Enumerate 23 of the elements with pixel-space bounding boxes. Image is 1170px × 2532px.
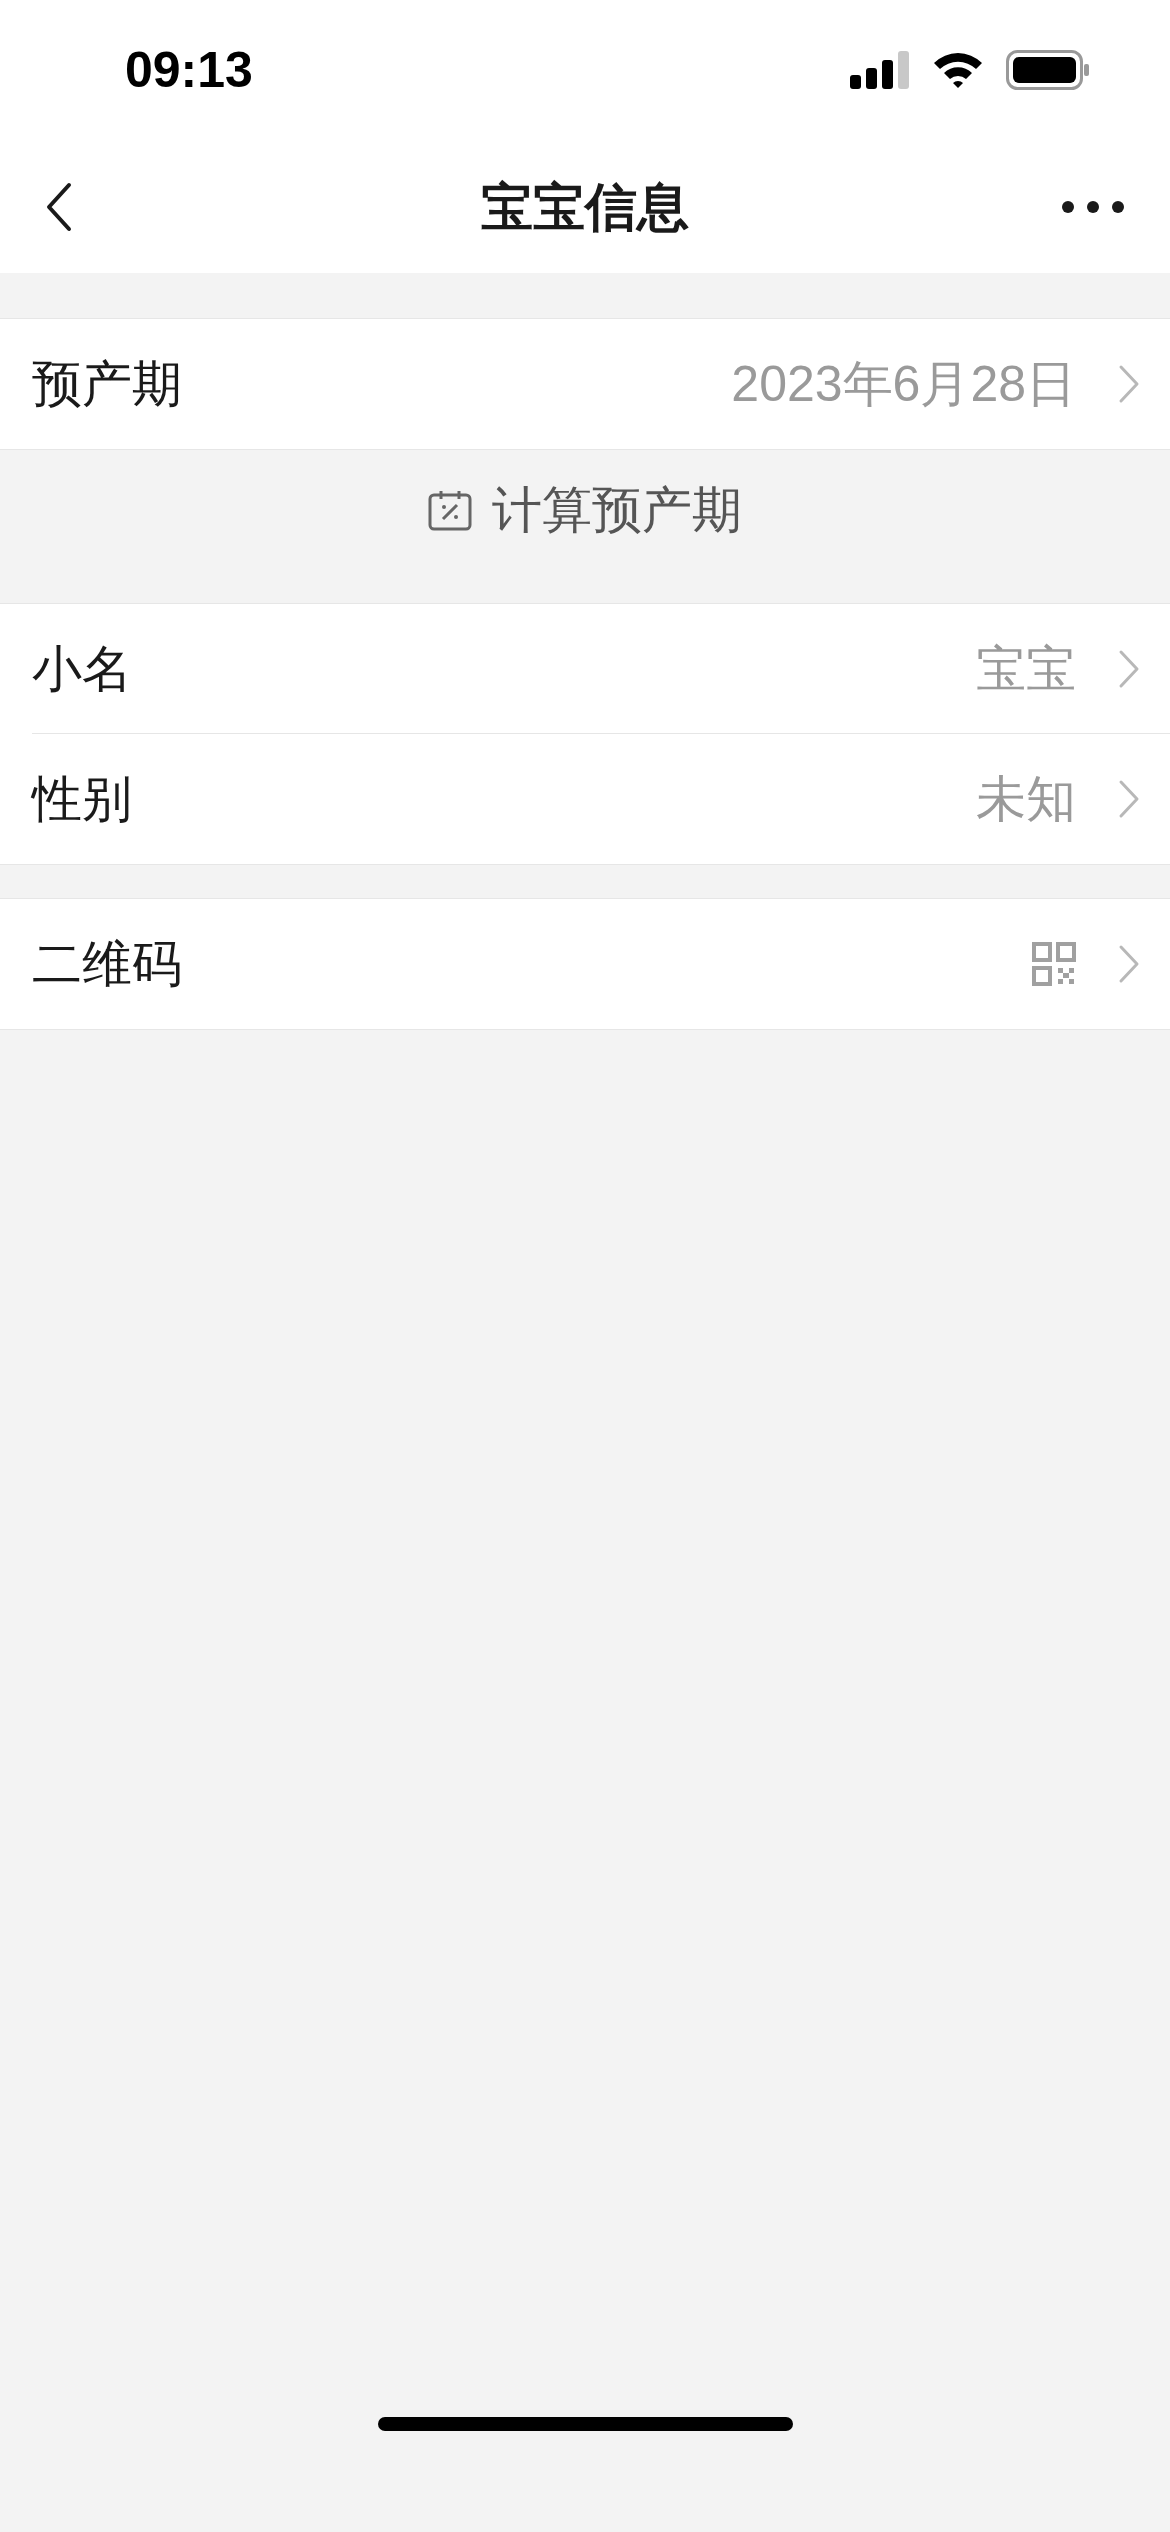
wifi-icon — [932, 51, 984, 89]
row-value: 宝宝 — [976, 639, 1076, 699]
chevron-icon — [1118, 649, 1140, 689]
chevron-icon — [1118, 779, 1140, 819]
settings-row[interactable]: 预产期 2023年6月28日 — [0, 319, 1170, 449]
settings-row[interactable]: 小名 宝宝 — [0, 604, 1170, 734]
row-value: 未知 — [976, 769, 1076, 829]
row-value: 2023年6月28日 — [731, 354, 1076, 414]
page-title: 宝宝信息 — [481, 176, 689, 238]
settings-row[interactable]: 性别 未知 — [0, 734, 1170, 864]
chevron-icon — [1118, 944, 1140, 984]
row-label: 预产期 — [32, 354, 182, 414]
settings-row[interactable]: 二维码 — [0, 899, 1170, 1029]
row-label: 小名 — [32, 639, 132, 699]
status-time: 09:13 — [125, 40, 253, 100]
calculate-due-date-button[interactable]: 计算预产期 — [428, 472, 742, 548]
row-label: 二维码 — [32, 934, 182, 994]
row-label: 性别 — [32, 769, 132, 829]
qr-code-icon — [1032, 942, 1076, 986]
calendar-icon — [428, 489, 472, 531]
chevron-icon — [1118, 364, 1140, 404]
battery-icon — [1006, 50, 1090, 90]
signal-icon — [850, 51, 910, 89]
